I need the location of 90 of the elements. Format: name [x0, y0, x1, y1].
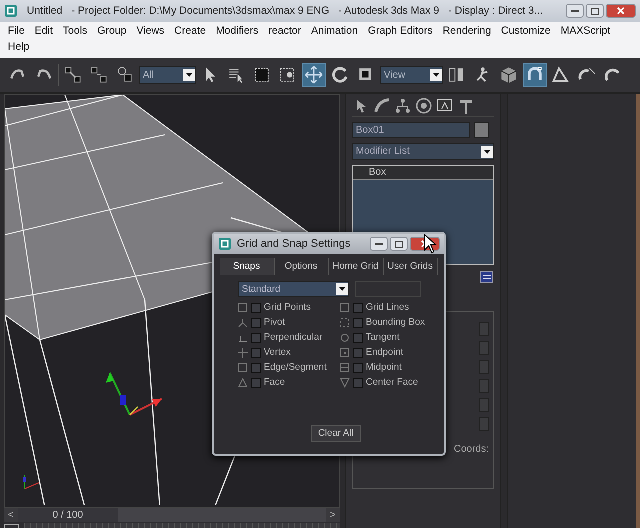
preset-dropdown[interactable]: Standard — [238, 281, 349, 297]
app-icon — [218, 237, 232, 251]
dialog-tab[interactable]: Home Grid — [329, 258, 384, 275]
dialog-title: Grid and Snap Settings — [237, 238, 351, 250]
selection-filter-dropdown[interactable]: All — [139, 66, 196, 84]
menu-item[interactable]: Create — [172, 24, 208, 38]
triangle-icon — [238, 378, 248, 388]
checkbox-label: Perpendicular — [264, 332, 323, 343]
checkbox[interactable] — [251, 362, 261, 372]
checkbox-label: Face — [264, 377, 286, 388]
checkbox-label: Center Face — [366, 377, 418, 388]
clear-all-button[interactable]: Clear All — [311, 425, 361, 442]
menu-item[interactable]: Modifiers — [214, 24, 261, 38]
checkbox-label: Edge/Segment — [264, 362, 327, 373]
checkbox[interactable] — [251, 378, 261, 388]
dropdown-arrow-icon — [484, 150, 490, 154]
menu-item[interactable]: Help — [6, 40, 32, 54]
time-slider-thumb[interactable]: 0 / 100 — [18, 508, 118, 522]
circle-snap-icon — [340, 332, 350, 342]
checkbox[interactable] — [353, 378, 363, 388]
square-snap-icon — [340, 362, 350, 372]
window-title: - Project Folder: D:\My Documents\3dsmax\max 9 ENG — [72, 5, 330, 17]
checkbox-label: Pivot — [264, 317, 286, 328]
mouse-cursor-icon — [424, 234, 438, 254]
time-slider-track[interactable]: 0 / 100 — [18, 508, 326, 522]
window-title: - Display : Direct 3... — [448, 5, 544, 17]
checkbox[interactable] — [353, 362, 363, 372]
menu-item[interactable]: Tools — [61, 24, 90, 38]
maximize-icon[interactable] — [395, 240, 403, 248]
menu-item[interactable]: Graph Editors — [366, 24, 435, 38]
square-snap-icon — [238, 362, 248, 372]
minimize-button[interactable] — [566, 4, 584, 18]
rollout-label: Coords: — [454, 444, 489, 455]
next-frame-button[interactable]: > — [326, 508, 340, 522]
menu-item[interactable]: MAXScript — [558, 24, 612, 38]
checkbox[interactable] — [251, 332, 261, 342]
dialog-tab[interactable]: Options — [274, 258, 329, 275]
previous-frame-button[interactable]: < — [4, 508, 18, 522]
stack-item[interactable]: Box — [353, 166, 493, 180]
modifier-list-dropdown[interactable]: Modifier List — [352, 143, 494, 160]
maximize-icon[interactable] — [591, 8, 599, 14]
minimize-icon[interactable] — [571, 10, 579, 12]
checkbox[interactable] — [251, 318, 261, 328]
minimize-button[interactable] — [370, 237, 388, 251]
checkbox[interactable] — [251, 348, 261, 358]
object-name-field[interactable]: Box01 — [352, 122, 470, 138]
dropdown-arrow-icon — [338, 287, 346, 291]
checkbox[interactable] — [353, 332, 363, 342]
color-swatch[interactable] — [474, 122, 489, 138]
checkbox-label: Endpoint — [366, 347, 404, 358]
window-title: - Autodesk 3ds Max 9 — [338, 5, 440, 17]
checkbox-label: Grid Points — [264, 302, 311, 313]
square-snap-icon — [340, 302, 350, 312]
checkbox-label: Midpoint — [366, 362, 402, 373]
checkbox-label: Tangent — [366, 332, 400, 343]
dashed-square-icon — [340, 318, 350, 328]
menu-item[interactable]: Customize — [499, 24, 553, 38]
menu-item[interactable]: File — [6, 24, 27, 38]
inverted-triangle-icon — [340, 378, 350, 388]
menu-item[interactable]: reactor — [266, 24, 304, 38]
square-snap-icon — [238, 302, 248, 312]
axis-tripod-icon — [23, 474, 40, 490]
menu-item[interactable]: Views — [134, 24, 167, 38]
coordinate-dropdown[interactable]: View — [380, 66, 443, 84]
maximize-button[interactable] — [390, 237, 408, 251]
checkbox-label: Vertex — [264, 347, 291, 358]
dropdown-arrow-icon — [432, 73, 440, 77]
dialog-tab[interactable]: Snaps — [220, 258, 274, 275]
menu-item[interactable]: Group — [96, 24, 129, 38]
square-snap-icon — [340, 348, 350, 358]
axis-gizmo-icon — [106, 372, 162, 416]
menu-item[interactable]: Animation — [309, 24, 360, 38]
checkbox[interactable] — [251, 302, 261, 312]
pivot-snap-icon — [238, 318, 248, 328]
checkbox[interactable] — [353, 318, 363, 328]
maximize-button[interactable] — [586, 4, 604, 18]
checkbox-label: Grid Lines — [366, 302, 410, 313]
curve-icon[interactable] — [373, 97, 391, 115]
menu-item[interactable]: Edit — [32, 24, 56, 38]
hierarchy-icon[interactable] — [394, 97, 412, 115]
checkbox[interactable] — [353, 348, 363, 358]
checkbox[interactable] — [353, 302, 363, 312]
dropdown-arrow-icon — [186, 73, 192, 77]
checkbox-label: Bounding Box — [366, 317, 426, 328]
cross-snap-icon — [238, 348, 248, 358]
window-title: Untitled — [27, 5, 63, 17]
app-icon — [4, 4, 18, 18]
menu-item[interactable]: Rendering — [440, 24, 494, 38]
minimize-icon[interactable] — [375, 242, 383, 246]
dialog-tab[interactable]: User Grids — [384, 258, 438, 275]
